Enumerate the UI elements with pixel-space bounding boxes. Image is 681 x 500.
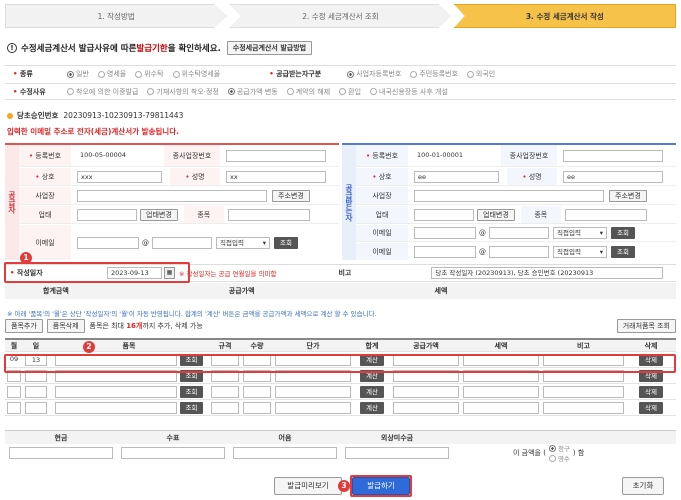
- buyer-business-input[interactable]: [414, 208, 474, 221]
- item-grid: 월 일 품목 규격 수량 단가 합계 공급가액 세액 비고 삭제 09 13 조…: [5, 338, 676, 416]
- issue-method-button[interactable]: 수정세금계산서 발급방법: [226, 41, 313, 55]
- reason-error-radio[interactable]: 기재사항의 착오·정정: [147, 87, 219, 97]
- partner-item-search-button[interactable]: 거래처품목 조회: [616, 319, 676, 333]
- buyer-side-label: 공급받는자: [342, 145, 356, 260]
- chevron-down-icon: ▾: [599, 229, 603, 237]
- highlight-item-row: [4, 354, 676, 373]
- buyer-address-change-button[interactable]: 주소변경: [609, 189, 647, 202]
- step-2: 2. 수정 세금계산서 조회: [229, 4, 452, 28]
- supplier-email-select[interactable]: 직접입력 ▾: [216, 236, 270, 249]
- receipt-radio[interactable]: 영수: [548, 453, 570, 463]
- kind-consign-radio[interactable]: 위수탁: [135, 69, 164, 79]
- bill-input[interactable]: [233, 447, 337, 459]
- supplier-address-input[interactable]: [77, 189, 267, 202]
- issue-preview-button[interactable]: 발급미리보기: [274, 477, 342, 495]
- chevron-down-icon: ▾: [262, 238, 266, 247]
- kind-normal-radio[interactable]: 일반: [67, 69, 89, 79]
- buyer-business-change-button[interactable]: 업태변경: [477, 208, 515, 221]
- receiver-biz-radio[interactable]: 사업자등록번호: [347, 69, 401, 79]
- original-approval: 당초승인번호 20230913-10230913-79811443: [7, 110, 183, 121]
- buyer-email-id-input[interactable]: [414, 227, 476, 239]
- buyer-ceo-input[interactable]: ee: [563, 170, 663, 183]
- bullet-icon: [7, 112, 13, 119]
- email-warning: 입력한 이메일 주소로 전자(세금)계산서가 발송됩니다.: [7, 127, 179, 136]
- calc-button[interactable]: 계산: [360, 385, 384, 398]
- buyer-item-input[interactable]: [564, 208, 647, 221]
- kind-zero-radio[interactable]: 영세율: [97, 69, 126, 79]
- reason-row: • 수정사유 착오에 의한 이중발급 기재사항의 착오·정정 공급가액 변동 계…: [5, 83, 676, 100]
- supplier-name-input[interactable]: xxx: [77, 170, 162, 183]
- buyer-email-domain-input[interactable]: [489, 227, 549, 239]
- step-badge-2: 2: [83, 341, 95, 353]
- reason-amount-radio[interactable]: 공급가액 변동: [227, 87, 278, 97]
- info-icon: !: [7, 43, 17, 53]
- claim-radio[interactable]: 청구: [548, 443, 570, 453]
- receiver-resident-radio[interactable]: 주민등록번호: [410, 69, 458, 79]
- remark-input[interactable]: 당초 작성일자 (20230913), 당초 승인번호 (20230913: [431, 267, 664, 279]
- supplier-business-change-button[interactable]: 업태변경: [140, 208, 178, 221]
- amount-type: 이 금액을 ( 청구 영수 ) 함: [513, 443, 585, 463]
- buyer-panel: 공급받는자 • 등록번호 100-01-00001 종사업장번호 • 상호 ee…: [342, 143, 676, 260]
- supplier-email-id-input[interactable]: [77, 236, 139, 249]
- item-limit-info: 품목은 최대 16개까지 추가, 삭제 가능: [89, 322, 203, 330]
- delete-item-button[interactable]: 품목삭제: [46, 319, 85, 333]
- supplier-ceo-input[interactable]: xx: [226, 170, 326, 183]
- supplier-branch-input[interactable]: [226, 149, 326, 162]
- delete-row-button[interactable]: 삭제: [639, 401, 663, 414]
- reason-lc-radio[interactable]: 내국신용장등 사후 개설: [370, 87, 448, 97]
- buyer-email2-search-button[interactable]: 조회: [611, 245, 635, 258]
- item-search-button[interactable]: 조회: [179, 401, 204, 414]
- supplier-address-change-button[interactable]: 주소변경: [272, 189, 310, 202]
- item-toolbar: 품목추가 품목삭제 품목은 최대 16개까지 추가, 삭제 가능 거래처품목 조…: [5, 318, 676, 334]
- buyer-address-input[interactable]: [414, 189, 604, 202]
- table-row: 조회 계산 삭제: [5, 400, 676, 416]
- buyer-reg-number: 100-01-00001: [417, 150, 464, 159]
- credit-input[interactable]: [345, 447, 449, 459]
- supplier-side-label: 공급자: [5, 145, 19, 260]
- date-note: ※ 작성일자는 공급 연월일을 의미함: [179, 270, 277, 278]
- supplier-email-domain-input[interactable]: [152, 236, 212, 249]
- payment-header: 현금 수표 어음 외상미수금: [5, 430, 676, 444]
- buyer-email2-id-input[interactable]: [414, 245, 476, 258]
- buyer-email-select[interactable]: 직접입력 ▾: [553, 227, 607, 239]
- calc-button[interactable]: 계산: [360, 401, 384, 414]
- step-badge-1: 1: [20, 252, 32, 264]
- check-input[interactable]: [121, 447, 225, 459]
- kind-consign-zero-radio[interactable]: 위수탁영세율: [172, 69, 220, 79]
- grid-header: 월 일 품목 규격 수량 단가 합계 공급가액 세액 비고 삭제: [5, 338, 676, 352]
- buyer-name-input[interactable]: ee: [414, 170, 499, 183]
- sum-row: 합계금액 공급가액 세액: [5, 283, 676, 299]
- cash-input[interactable]: [9, 447, 113, 459]
- buyer-branch-input[interactable]: [563, 149, 663, 162]
- receiver-foreign-radio[interactable]: 외국인: [466, 69, 495, 79]
- step-3: 3. 수정 세금계산서 작성: [453, 4, 676, 28]
- chevron-down-icon: ▾: [599, 247, 603, 256]
- highlight-issue-button: [350, 475, 412, 497]
- step-1: 1. 작성방법: [5, 4, 228, 28]
- deadline-notice: ! 수정세금계산서 발급사유에 따른 발급기한 을 확인하세요. 수정세금계산서 …: [7, 41, 313, 55]
- buyer-email-search-button[interactable]: 조회: [611, 227, 635, 239]
- delete-row-button[interactable]: 삭제: [639, 385, 663, 398]
- highlight-write-date: [4, 262, 190, 283]
- item-search-button[interactable]: 조회: [179, 385, 204, 398]
- buyer-email2-select[interactable]: 직접입력 ▾: [553, 245, 607, 258]
- supplier-email-search-button[interactable]: 조회: [274, 236, 298, 249]
- reset-button[interactable]: 초기화: [622, 477, 664, 495]
- payment-row: 이 금액을 ( 청구 영수 ) 함: [5, 443, 676, 463]
- supplier-item-input[interactable]: [227, 208, 310, 221]
- reason-return-radio[interactable]: 환입: [339, 87, 361, 97]
- supplier-panel: 공급자 • 등록번호 100-05-00004 종사업장번호 • 상호 xxx …: [5, 143, 339, 260]
- supplier-reg-number: 100-05-00004: [80, 150, 127, 159]
- step-badge-3: 3: [338, 480, 350, 492]
- step-bar: 1. 작성방법 2. 수정 세금계산서 조회 3. 수정 세금계산서 작성: [5, 4, 676, 28]
- approval-number: 20230913-10230913-79811443: [63, 111, 184, 120]
- reason-double-radio[interactable]: 착오에 의한 이중발급: [67, 87, 138, 97]
- add-item-button[interactable]: 품목추가: [5, 319, 43, 333]
- reason-cancel-radio[interactable]: 계약의 해제: [286, 87, 330, 97]
- item-note: ※ 아래 '품목'의 '월'은 상단 '작성일자'의 '월'이 자동 반영됩니다…: [7, 310, 377, 318]
- kind-row: • 종류 일반 영세율 위수탁 위수탁영세율 • 공급받는자구분 사업자등록번호…: [5, 65, 676, 82]
- buyer-email2-domain-input[interactable]: [489, 245, 549, 258]
- supplier-business-input[interactable]: [77, 208, 137, 221]
- table-row: 조회 계산 삭제: [5, 384, 676, 400]
